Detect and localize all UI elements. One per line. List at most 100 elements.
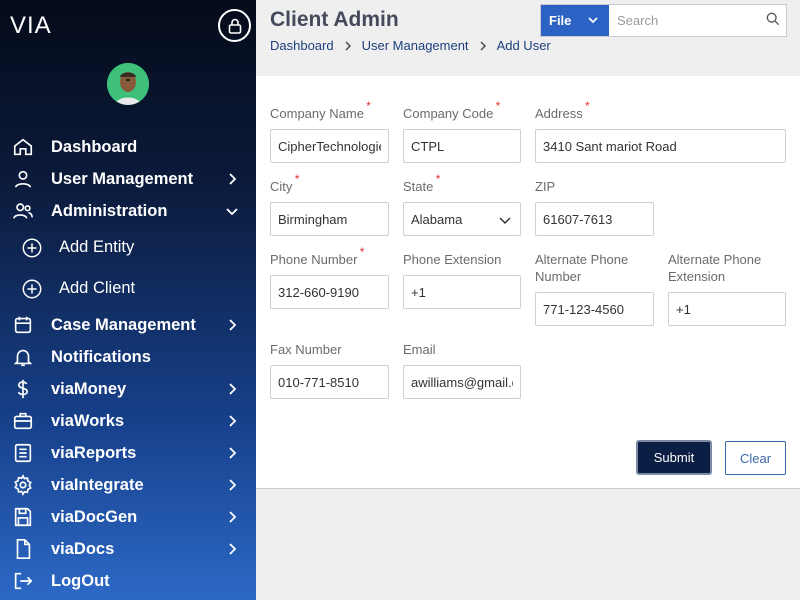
home-icon bbox=[12, 136, 34, 158]
sidebar-item-label: Administration bbox=[51, 201, 168, 220]
required-marker: * bbox=[359, 245, 365, 259]
chevron-right-icon bbox=[229, 319, 237, 331]
sidebar-item-label: Dashboard bbox=[51, 137, 138, 156]
chevron-down-icon bbox=[588, 17, 598, 24]
state-selected-value: Alabama bbox=[411, 211, 463, 227]
fax-number-label: Fax Number bbox=[270, 342, 342, 357]
plus-circle-icon bbox=[21, 237, 43, 259]
clear-button[interactable]: Clear bbox=[725, 441, 786, 475]
sidebar-item-label: User Management bbox=[51, 169, 194, 188]
add-user-form: Company Name* Company Code* Address* Cit… bbox=[256, 76, 800, 489]
state-label: State bbox=[403, 179, 434, 194]
document-icon bbox=[12, 538, 34, 560]
sidebar-item-administration[interactable]: Administration bbox=[0, 195, 256, 227]
company-name-field: Company Name * bbox=[270, 99, 389, 163]
phone-extension-field: Phone Extension bbox=[403, 251, 521, 309]
required-marker: * bbox=[366, 99, 371, 113]
zip-label: ZIP bbox=[535, 179, 556, 194]
sidebar-item-dashboard[interactable]: Dashboard bbox=[0, 131, 256, 163]
phone-extension-input[interactable] bbox=[403, 275, 521, 309]
required-marker: * bbox=[294, 172, 300, 186]
sidebar-item-logout[interactable]: LogOut bbox=[0, 565, 256, 597]
city-input[interactable] bbox=[270, 202, 389, 236]
search-input[interactable] bbox=[609, 5, 759, 36]
chevron-right-icon bbox=[229, 511, 237, 523]
address-label: Address bbox=[535, 106, 583, 121]
submit-button[interactable]: Submit bbox=[636, 440, 712, 475]
phone-extension-label: Phone Extension bbox=[403, 252, 502, 267]
phone-number-label: Phone Number bbox=[270, 252, 358, 267]
chevron-right-icon bbox=[478, 40, 488, 52]
phone-number-field: Phone Number * bbox=[270, 245, 389, 309]
alternate-phone-extension-field: Alternate Phone Extension bbox=[668, 251, 786, 326]
user-avatar-icon bbox=[107, 63, 149, 105]
chevron-right-icon bbox=[229, 383, 237, 395]
sidebar-item-viadocgen[interactable]: viaDocGen bbox=[0, 501, 256, 533]
plus-circle-icon bbox=[21, 278, 43, 300]
sidebar-item-notifications[interactable]: Notifications bbox=[0, 341, 256, 373]
breadcrumb: Dashboard User Management Add User bbox=[270, 38, 551, 53]
alternate-phone-number-label: Alternate Phone Number bbox=[535, 252, 629, 284]
user-icon bbox=[12, 168, 34, 190]
sidebar-item-label: viaMoney bbox=[51, 379, 127, 398]
sidebar-nav: Dashboard User Management Administration… bbox=[0, 131, 256, 597]
alternate-phone-extension-input[interactable] bbox=[668, 292, 786, 326]
breadcrumb-user-management[interactable]: User Management bbox=[362, 38, 469, 53]
sidebar-item-label: Notifications bbox=[51, 347, 151, 366]
sidebar-item-add-entity[interactable]: Add Entity bbox=[0, 227, 256, 268]
required-marker: * bbox=[435, 172, 441, 186]
sidebar-item-label: Add Entity bbox=[59, 238, 135, 256]
sidebar-item-case-management[interactable]: Case Management bbox=[0, 309, 256, 341]
address-input[interactable] bbox=[535, 129, 786, 163]
sidebar-item-viareports[interactable]: viaReports bbox=[0, 437, 256, 469]
chevron-down-icon bbox=[226, 208, 238, 216]
state-field: State * Alabama bbox=[403, 172, 521, 236]
sidebar-item-label: Add Client bbox=[59, 279, 136, 297]
email-label: Email bbox=[403, 342, 436, 357]
sidebar-item-viaworks[interactable]: viaWorks bbox=[0, 405, 256, 437]
save-icon bbox=[12, 506, 34, 528]
sidebar-item-label: viaDocGen bbox=[51, 507, 138, 526]
search-icon[interactable] bbox=[766, 12, 780, 26]
zip-input[interactable] bbox=[535, 202, 654, 236]
page-header: Client Admin Dashboard User Management A… bbox=[256, 0, 800, 76]
breadcrumb-dashboard[interactable]: Dashboard bbox=[270, 38, 334, 53]
company-name-label: Company Name bbox=[270, 106, 364, 121]
search-bar: File bbox=[540, 4, 787, 37]
alternate-phone-number-input[interactable] bbox=[535, 292, 654, 326]
required-marker: * bbox=[495, 99, 501, 113]
zip-field: ZIP bbox=[535, 178, 654, 236]
chevron-right-icon bbox=[229, 447, 237, 459]
company-code-label: Company Code bbox=[403, 106, 494, 121]
city-field: City * bbox=[270, 172, 389, 236]
state-select[interactable]: Alabama bbox=[403, 202, 521, 236]
dollar-icon bbox=[12, 378, 34, 400]
company-code-input[interactable] bbox=[403, 129, 521, 163]
sidebar-item-viamoney[interactable]: viaMoney bbox=[0, 373, 256, 405]
email-input[interactable] bbox=[403, 365, 521, 399]
search-scope-dropdown[interactable]: File bbox=[541, 5, 609, 36]
chevron-right-icon bbox=[229, 173, 237, 185]
phone-number-input[interactable] bbox=[270, 275, 389, 309]
company-name-input[interactable] bbox=[270, 129, 389, 163]
company-code-field: Company Code * bbox=[403, 99, 521, 163]
fax-number-input[interactable] bbox=[270, 365, 389, 399]
sidebar-item-viaintegrate[interactable]: viaIntegrate bbox=[0, 469, 256, 501]
sidebar-item-user-management[interactable]: User Management bbox=[0, 163, 256, 195]
sidebar-item-label: LogOut bbox=[51, 571, 110, 590]
app-logo: VIA bbox=[10, 12, 52, 39]
avatar[interactable] bbox=[107, 63, 149, 105]
city-label: City bbox=[270, 179, 293, 194]
bell-icon bbox=[12, 346, 34, 368]
gear-icon bbox=[12, 474, 34, 496]
sidebar-item-add-client[interactable]: Add Client bbox=[0, 268, 256, 309]
email-field: Email bbox=[403, 341, 521, 399]
chevron-down-icon bbox=[499, 217, 511, 225]
sidebar-item-viadocs[interactable]: viaDocs bbox=[0, 533, 256, 565]
users-icon bbox=[12, 200, 34, 222]
lock-button[interactable] bbox=[218, 9, 251, 42]
alternate-phone-number-field: Alternate Phone Number bbox=[535, 251, 654, 326]
sidebar-item-label: viaWorks bbox=[51, 411, 125, 430]
required-marker: * bbox=[585, 99, 590, 113]
chevron-right-icon bbox=[229, 543, 237, 555]
